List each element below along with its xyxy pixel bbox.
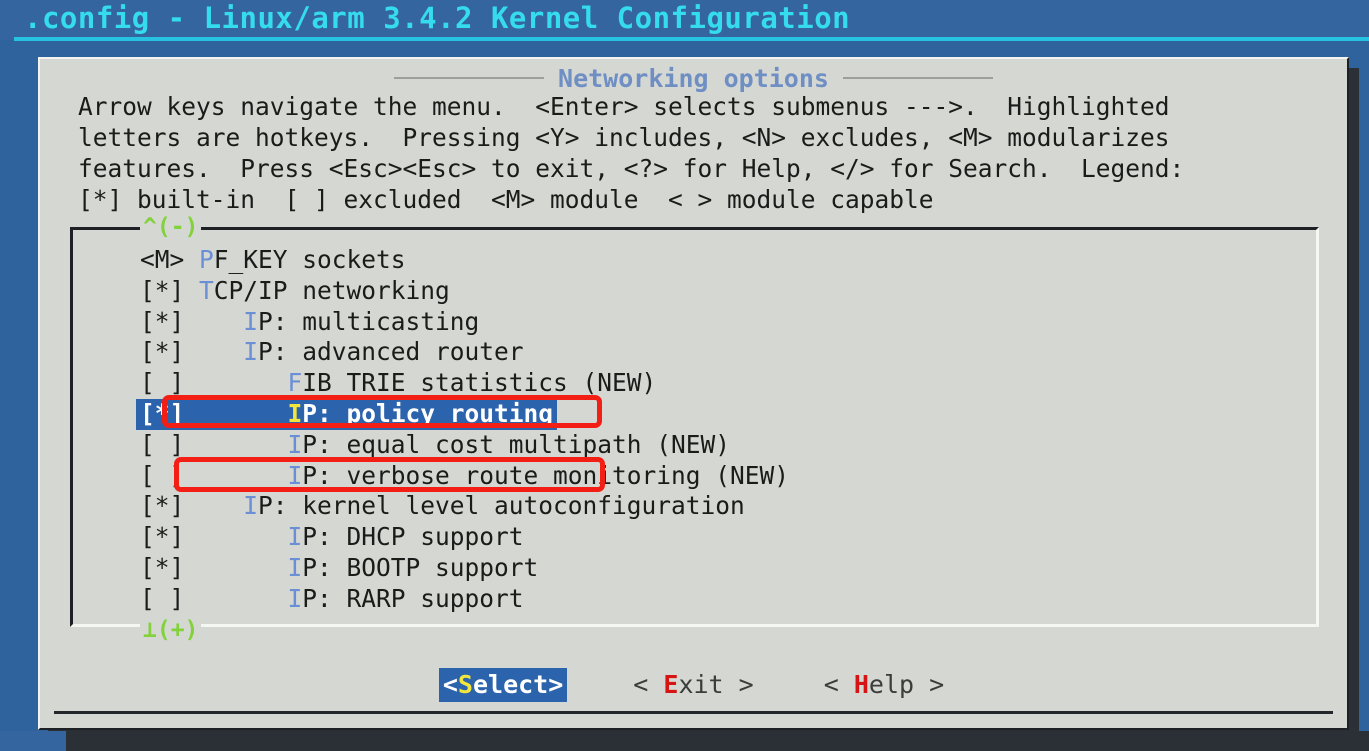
menu-item-indent bbox=[184, 307, 243, 336]
menu-item-state: [*] bbox=[140, 275, 185, 305]
menu-item-state: [ ] bbox=[140, 429, 185, 459]
menu-item-indent bbox=[184, 584, 287, 613]
menu-item-state: [*] bbox=[140, 522, 185, 552]
menu-item-label: P: equal cost multipath (NEW) bbox=[302, 429, 731, 459]
menu-item-hotkey: F bbox=[287, 368, 303, 398]
menu-item-state: [*] bbox=[140, 306, 185, 336]
menu-item-hotkey: I bbox=[287, 460, 303, 490]
help-line: Arrow keys navigate the menu. <Enter> se… bbox=[78, 92, 1170, 121]
help-line: features. Press <Esc><Esc> to exit, <?> … bbox=[78, 154, 1185, 183]
dialog-help-text: Arrow keys navigate the menu. <Enter> se… bbox=[78, 91, 1308, 215]
menu-item-label: CP/IP networking bbox=[213, 275, 450, 305]
menu-item-label: P: RARP support bbox=[302, 583, 524, 613]
scroll-down-indicator[interactable]: ⊥(+) bbox=[140, 619, 202, 642]
menu-item-selected[interactable]: [*] IP: policy routing bbox=[136, 398, 558, 430]
menu-item-label: P: multicasting bbox=[258, 306, 480, 336]
button-label: xit > bbox=[678, 670, 754, 699]
menu-item-state: [*] bbox=[140, 552, 185, 582]
menu-item-state: [*] bbox=[140, 491, 185, 521]
dialog-caption: Networking options bbox=[40, 61, 1347, 95]
menu-item-label: P: verbose route monitoring (NEW) bbox=[302, 460, 790, 490]
desktop-left-strip bbox=[0, 731, 66, 751]
menu-item-indent bbox=[184, 522, 287, 551]
menu-item[interactable]: [*] IP: advanced router bbox=[136, 337, 528, 368]
menu-item-state: [ ] bbox=[140, 368, 185, 398]
menu-item-indent bbox=[184, 399, 287, 428]
networking-options-dialog: Networking options Arrow keys navigate t… bbox=[38, 57, 1349, 730]
select-button[interactable]: <Select> bbox=[438, 668, 568, 702]
help-button[interactable]: < Help > bbox=[820, 668, 948, 702]
menu-item-hotkey: I bbox=[243, 306, 259, 336]
menu-item-state: <M> bbox=[140, 245, 185, 274]
button-label: elect> bbox=[472, 670, 564, 699]
titlebar-divider bbox=[14, 37, 1369, 41]
menu-item-indent bbox=[184, 461, 287, 490]
menu-item-state: [ ] bbox=[140, 460, 185, 490]
menu-item-hotkey: I bbox=[287, 583, 303, 613]
dialog-button-row: <Select> < Exit > < Help > bbox=[40, 659, 1347, 711]
menu-item-state: [*] bbox=[140, 398, 185, 428]
menu-item[interactable]: <M> PF_KEY sockets bbox=[136, 245, 410, 276]
menu-item[interactable]: [*] TCP/IP networking bbox=[136, 276, 454, 307]
button-hotkey: E bbox=[663, 670, 679, 699]
button-hotkey: H bbox=[853, 670, 869, 699]
menu-item-indent bbox=[184, 430, 287, 459]
dialog-title: Networking options bbox=[558, 63, 829, 93]
help-line: [*] built-in [ ] excluded <M> module < >… bbox=[78, 185, 934, 214]
desktop-background bbox=[0, 731, 1369, 751]
menu-item-hotkey: I bbox=[287, 398, 303, 428]
menu-items-container: <M> PF_KEY sockets [*] TCP/IP networking[… bbox=[136, 245, 1296, 615]
scroll-up-indicator[interactable]: ^(-) bbox=[140, 216, 202, 239]
dialog-footer-divider bbox=[54, 711, 1333, 714]
window-titlebar: .config - Linux/arm 3.4.2 Kernel Configu… bbox=[0, 0, 1369, 41]
kernel-config-terminal-window: .config - Linux/arm 3.4.2 Kernel Configu… bbox=[0, 0, 1369, 751]
button-prefix: < bbox=[823, 670, 854, 699]
menu-item-hotkey: I bbox=[287, 522, 303, 552]
button-label: elp > bbox=[868, 670, 945, 699]
menu-item-label: P: policy routing bbox=[302, 398, 554, 428]
menu-item-label: P: DHCP support bbox=[302, 522, 524, 552]
menu-item-state: [*] bbox=[140, 337, 185, 367]
menu-item-label: IB TRIE statistics (NEW) bbox=[302, 368, 657, 398]
menu-item-indent bbox=[184, 491, 243, 520]
exit-button[interactable]: < Exit > bbox=[629, 668, 757, 702]
menu-item-state: [ ] bbox=[140, 583, 185, 613]
menu-item-hotkey: I bbox=[287, 552, 303, 582]
menu-item[interactable]: [*] IP: kernel level autoconfiguration bbox=[136, 491, 749, 522]
menu-item[interactable]: [ ] IP: equal cost multipath (NEW) bbox=[136, 430, 734, 461]
menu-item-hotkey: I bbox=[243, 491, 259, 521]
menu-item-indent bbox=[184, 337, 243, 366]
menu-item[interactable]: [ ] FIB TRIE statistics (NEW) bbox=[136, 368, 660, 399]
menu-item-hotkey: T bbox=[199, 275, 214, 305]
menu-item-hotkey: P bbox=[199, 245, 214, 274]
button-hotkey: S bbox=[457, 670, 473, 699]
menu-item-indent bbox=[184, 368, 287, 397]
menu-item-label: P: BOOTP support bbox=[302, 552, 539, 582]
menu-item-indent bbox=[184, 553, 287, 582]
window-title: .config - Linux/arm 3.4.2 Kernel Configu… bbox=[24, 1, 851, 35]
caption-rule-left bbox=[394, 77, 545, 79]
menu-item[interactable]: [ ] IP: RARP support bbox=[136, 584, 528, 615]
menu-item-label: P: advanced router bbox=[258, 337, 524, 367]
button-prefix: < bbox=[442, 670, 458, 699]
menu-item[interactable]: [*] IP: BOOTP support bbox=[136, 553, 542, 584]
menu-item[interactable]: [ ] IP: verbose route monitoring (NEW) bbox=[136, 461, 793, 492]
menu-item-indent bbox=[184, 276, 199, 305]
menu-item-hotkey: I bbox=[287, 429, 303, 459]
menu-item-label: F_KEY sockets bbox=[213, 245, 406, 274]
button-prefix: < bbox=[633, 670, 664, 699]
menu-item-indent bbox=[184, 245, 199, 274]
menu-item-label: P: kernel level autoconfiguration bbox=[258, 491, 745, 521]
menu-item[interactable]: [*] IP: DHCP support bbox=[136, 522, 528, 553]
menu-item[interactable]: [*] IP: multicasting bbox=[136, 307, 483, 338]
help-line: letters are hotkeys. Pressing <Y> includ… bbox=[78, 123, 1170, 152]
caption-rule-right bbox=[842, 77, 993, 79]
menu-item-hotkey: I bbox=[243, 337, 259, 367]
